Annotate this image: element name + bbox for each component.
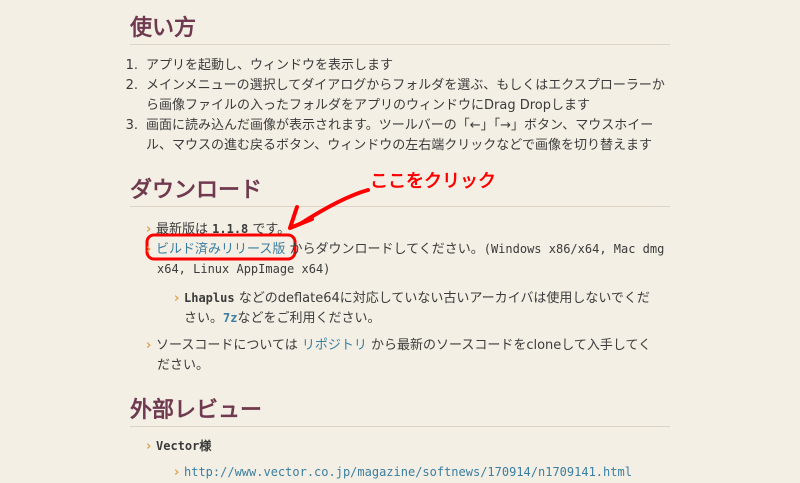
latest-prefix: 最新版は (156, 222, 213, 237)
latest-version: 1.1.8 (212, 222, 249, 236)
chevron-right-icon: › (174, 465, 180, 480)
source-code-item: › ソースコードについては リポジトリ から最新のソースコードをcloneして入手… (146, 336, 651, 356)
heading-review-rule (130, 426, 670, 427)
latest-suffix: です。 (248, 222, 291, 237)
lhaplus-name: Lhaplus (184, 291, 235, 305)
download-build-item: › ビルド済みリリース版 からダウンロードしてください。(Windows x86/… (146, 239, 664, 260)
chevron-right-icon: › (146, 338, 152, 353)
chevron-right-icon: › (146, 242, 152, 257)
build-text-3: x64, Linux AppImage x64) (157, 262, 331, 276)
source-text-1: ソースコードについては (156, 338, 302, 353)
build-text-2: (Windows x86/x64, Mac dmg (483, 242, 665, 256)
source-text-2: から最新のソースコードをcloneして入手してく (366, 338, 652, 353)
lhaplus-note-line2: さい。7zなどをご利用ください。 (184, 308, 380, 329)
vector-review-item: › Vector様 (146, 436, 211, 457)
chevron-right-icon: › (174, 291, 180, 306)
download-latest-item: › 最新版は 1.1.8 です。 (146, 219, 290, 240)
repository-link[interactable]: リポジトリ (302, 338, 367, 353)
vector-url-link[interactable]: http://www.vector.co.jp/magazine/softnew… (184, 465, 632, 479)
sevenzip-link[interactable]: 7z (223, 311, 237, 325)
lhaplus-text-2b: などをご利用ください。 (237, 311, 381, 326)
chevron-right-icon: › (146, 222, 152, 237)
lhaplus-text-2a: さい。 (184, 311, 224, 326)
heading-review: 外部レビュー (130, 398, 263, 423)
vector-url-item: › http://www.vector.co.jp/magazine/softne… (174, 462, 632, 483)
vector-label: Vector様 (156, 439, 212, 453)
chevron-right-icon: › (146, 439, 152, 454)
build-text-1: からダウンロードしてください。 (285, 242, 484, 257)
lhaplus-text-1: などのdeflate64に対応していない古いアーカイバは使用しないでくだ (234, 291, 650, 306)
build-release-link[interactable]: ビルド済みリリース版 (156, 242, 285, 257)
source-text-3: ださい。 (157, 358, 210, 373)
lhaplus-note-item: › Lhaplus などのdeflate64に対応していない古いアーカイバは使用し… (174, 288, 650, 309)
